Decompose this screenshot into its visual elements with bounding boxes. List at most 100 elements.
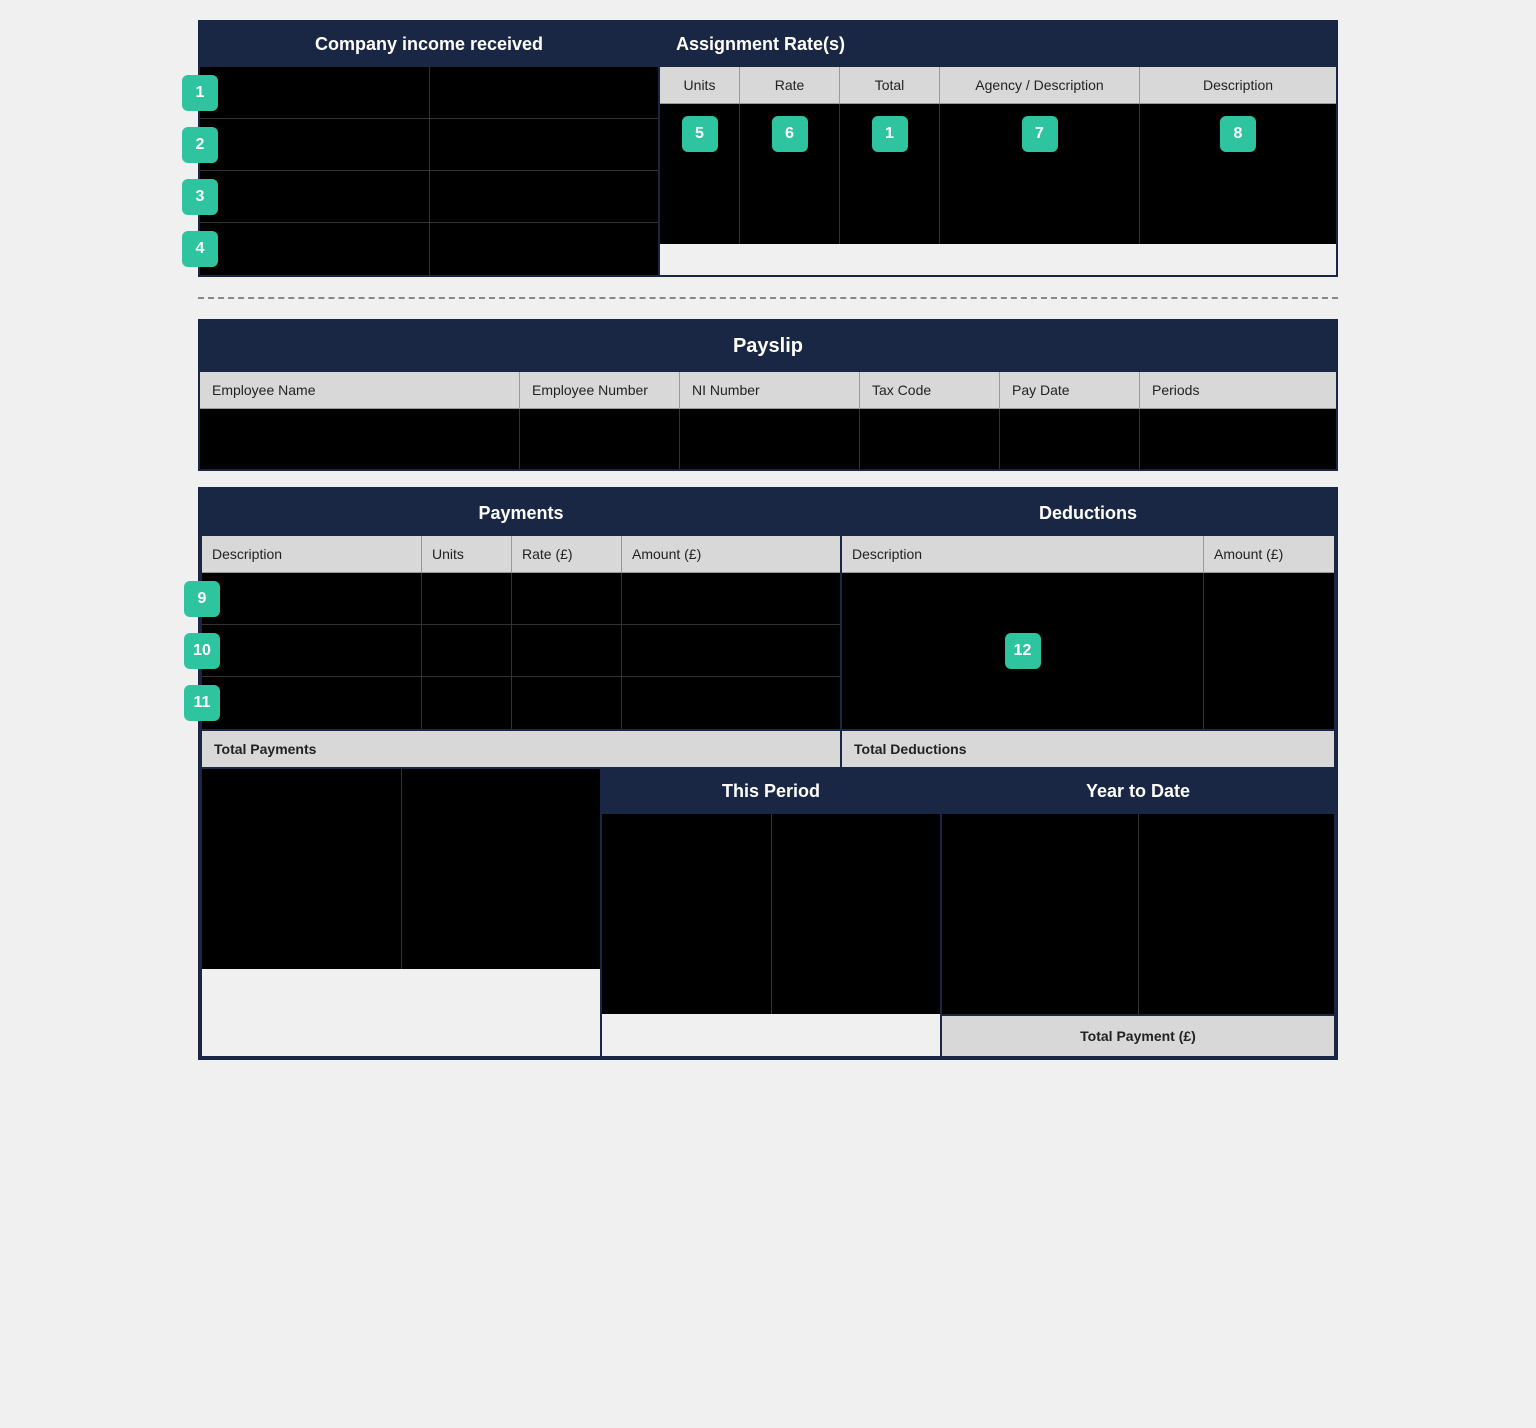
ar-col-desc-header: Description (1140, 67, 1336, 103)
payments-col-headers: Description Units Rate (£) Amount (£) (202, 536, 840, 573)
emp-col-paydate: Pay Date (1000, 372, 1140, 408)
emp-data-number (520, 409, 680, 469)
badge-4: 4 (182, 231, 218, 267)
company-income-cell-3a (200, 171, 430, 222)
company-income-row-1: 1 (200, 67, 658, 119)
ar-data-units: 5 (660, 104, 740, 244)
badge-9: 9 (184, 581, 220, 617)
company-income-row-4: 4 (200, 223, 658, 275)
badge-1-ar: 1 (872, 116, 908, 152)
badge-11: 11 (184, 685, 220, 721)
company-income-cell-4a (200, 223, 430, 275)
pay-row-10: 10 (202, 625, 840, 677)
company-income-cell-2b (430, 119, 659, 170)
payslip-section: Payslip Employee Name Employee Number NI… (198, 319, 1338, 471)
company-income-cell-2a (200, 119, 430, 170)
payments-deductions-section: Payments Description Units Rate (£) Amou… (200, 489, 1336, 769)
company-income-title: Company income received (200, 22, 658, 67)
assignment-rates-title: Assignment Rate(s) (660, 22, 1336, 67)
ar-col-agency-header: Agency / Description (940, 67, 1140, 103)
emp-data-ni (680, 409, 860, 469)
pay-cell-10-desc (202, 625, 422, 676)
emp-col-name: Employee Name (200, 372, 520, 408)
company-income-cell-3b (430, 171, 659, 222)
company-income-row-3: 3 (200, 171, 658, 223)
this-period-title: This Period (602, 769, 940, 814)
deductions-col-headers: Description Amount (£) (842, 536, 1334, 573)
pay-col-desc: Description (202, 536, 422, 572)
badge-10: 10 (184, 633, 220, 669)
company-income-cell-1b (430, 67, 659, 118)
assignment-rates-data: 5 6 1 7 8 (660, 104, 1336, 244)
payslip-employee-data (200, 409, 1336, 469)
dashed-divider (198, 297, 1338, 299)
pay-cell-10-rate (512, 625, 622, 676)
pay-row-9: 9 (202, 573, 840, 625)
payments-title: Payments (202, 491, 840, 536)
badge-6: 6 (772, 116, 808, 152)
total-deductions-label: Total Deductions (854, 741, 1192, 757)
this-period-cell-1 (602, 814, 772, 1014)
ar-col-total-header: Total (840, 67, 940, 103)
company-income-block: Company income received 1 2 3 (200, 22, 660, 275)
pay-col-units: Units (422, 536, 512, 572)
this-period-cell-2 (772, 814, 941, 1014)
pay-cell-10-units (422, 625, 512, 676)
payments-block: Payments Description Units Rate (£) Amou… (202, 491, 842, 767)
ar-data-total: 1 (840, 104, 940, 244)
emp-data-paydate (1000, 409, 1140, 469)
pay-col-rate: Rate (£) (512, 536, 622, 572)
total-deductions-value (1192, 741, 1322, 757)
deductions-data-area: 12 (842, 573, 1334, 729)
pay-cell-9-desc (202, 573, 422, 624)
pay-cell-11-desc (202, 677, 422, 729)
this-period-data (602, 814, 940, 1014)
pay-col-amount: Amount (£) (622, 536, 840, 572)
total-payment-row: Total Payment (£) (942, 1014, 1334, 1056)
emp-col-ni: NI Number (680, 372, 860, 408)
badge-12: 12 (1005, 633, 1041, 669)
payments-deductions-wrapper: Payments Description Units Rate (£) Amou… (198, 487, 1338, 1060)
bottom-section: This Period Year to Date Total Payment (… (200, 769, 1336, 1058)
deductions-desc-area: 12 (842, 573, 1204, 729)
pay-row-11: 11 (202, 677, 840, 729)
emp-data-periods (1140, 409, 1336, 469)
ded-col-amount: Amount (£) (1204, 536, 1334, 572)
ded-col-desc: Description (842, 536, 1204, 572)
badge-8: 8 (1220, 116, 1256, 152)
ar-data-desc: 8 (1140, 104, 1336, 244)
badge-7: 7 (1022, 116, 1058, 152)
pay-cell-9-units (422, 573, 512, 624)
ar-data-rate: 6 (740, 104, 840, 244)
year-to-date-title: Year to Date (942, 769, 1334, 814)
company-income-rows: 1 2 3 4 (200, 67, 658, 275)
company-income-cell-1a (200, 67, 430, 118)
payslip-title: Payslip (200, 321, 1336, 372)
total-payments-row: Total Payments (202, 729, 840, 767)
pay-cell-9-rate (512, 573, 622, 624)
payments-data-rows: 9 10 11 (202, 573, 840, 729)
badge-5: 5 (682, 116, 718, 152)
company-income-row-2: 2 (200, 119, 658, 171)
pay-cell-11-units (422, 677, 512, 729)
total-payments-label: Total Payments (214, 741, 828, 757)
badge-2: 2 (182, 127, 218, 163)
bottom-left-cell-1 (202, 769, 402, 969)
emp-data-name (200, 409, 520, 469)
emp-col-periods: Periods (1140, 372, 1336, 408)
year-to-date-cell-1 (942, 814, 1139, 1014)
assignment-rates-col-headers: Units Rate Total Agency / Description De… (660, 67, 1336, 104)
pay-cell-11-rate (512, 677, 622, 729)
badge-3: 3 (182, 179, 218, 215)
emp-col-number: Employee Number (520, 372, 680, 408)
bottom-left-cell-2 (402, 769, 601, 969)
pay-cell-10-amount (622, 625, 840, 676)
year-to-date-block: Year to Date Total Payment (£) (942, 769, 1334, 1056)
company-income-cell-4b (430, 223, 659, 275)
this-period-block: This Period (602, 769, 942, 1056)
pay-cell-11-amount (622, 677, 840, 729)
badge-1: 1 (182, 75, 218, 111)
pay-cell-9-amount (622, 573, 840, 624)
bottom-left-block (202, 769, 602, 1056)
deductions-block: Deductions Description Amount (£) 12 Tot… (842, 491, 1334, 767)
